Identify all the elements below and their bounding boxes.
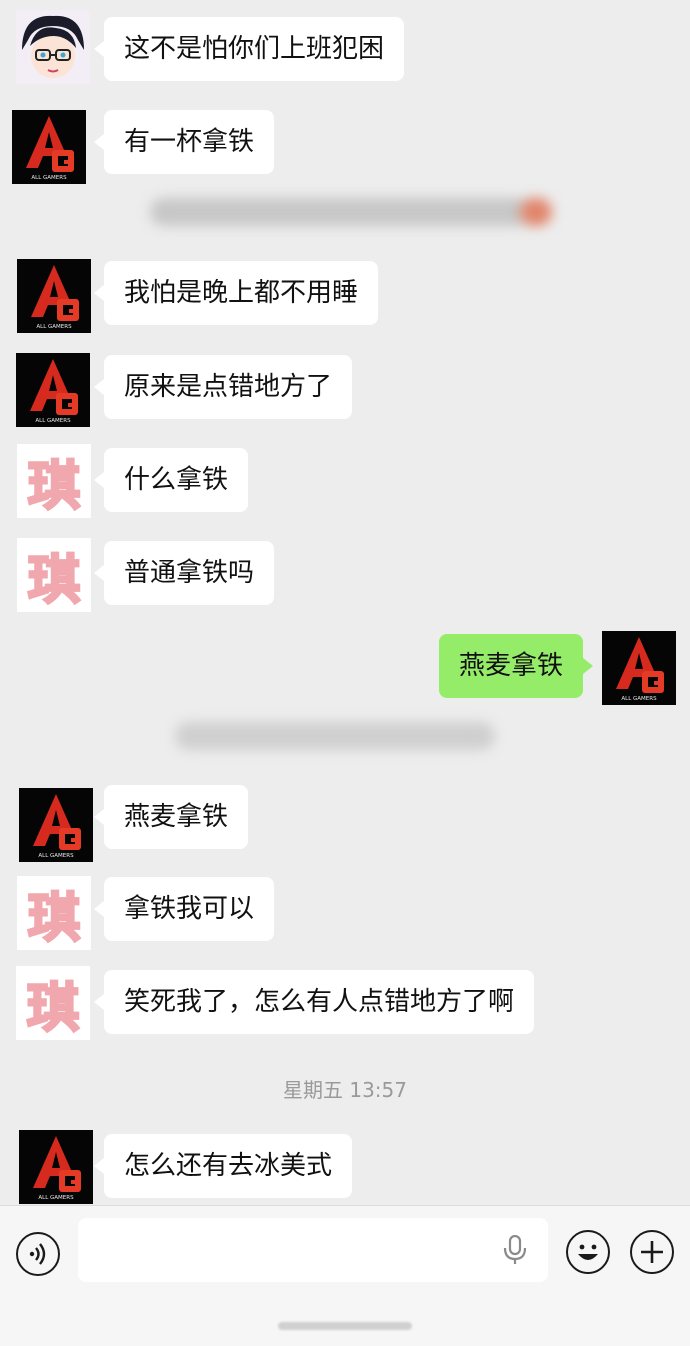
qi-avatar-image: 琪 bbox=[17, 444, 91, 518]
ag-sub-text: ALL GAMERS bbox=[36, 324, 72, 330]
ag-logo-icon: ALL GAMERS bbox=[19, 1130, 93, 1204]
qi-avatar-image: 琪 bbox=[16, 966, 90, 1040]
qi-char: 琪 bbox=[26, 887, 81, 950]
qi-avatar-image: 琪 bbox=[17, 876, 91, 950]
avatar-ag[interactable]: ALL GAMERS bbox=[12, 110, 86, 184]
message-bubble[interactable]: 怎么还有去冰美式 bbox=[93, 1134, 353, 1198]
ag-sub-text: ALL GAMERS bbox=[35, 418, 71, 424]
avatar-anime[interactable] bbox=[16, 10, 90, 84]
message-bubble[interactable]: 普通拿铁吗 bbox=[93, 541, 275, 605]
message-bubble[interactable]: 燕麦拿铁 bbox=[93, 785, 249, 849]
ag-logo-icon: ALL GAMERS bbox=[12, 110, 86, 184]
message-bubble[interactable]: 原来是点错地方了 bbox=[93, 355, 353, 419]
more-button[interactable] bbox=[630, 1230, 674, 1274]
message-bubble[interactable]: 这不是怕你们上班犯困 bbox=[93, 17, 405, 81]
voice-icon bbox=[29, 1243, 46, 1265]
smiley-icon bbox=[578, 1244, 598, 1260]
chat-area[interactable]: 这不是怕你们上班犯困 ALL GAMERS 有一杯拿铁 ALL GAMERS 我… bbox=[0, 0, 690, 1205]
timestamp: 星期五 13:57 bbox=[283, 1078, 407, 1102]
anime-avatar-image bbox=[16, 10, 90, 84]
input-toolbar bbox=[0, 1205, 690, 1346]
microphone-icon[interactable] bbox=[502, 1235, 528, 1265]
message-bubble[interactable]: 什么拿铁 bbox=[93, 448, 249, 512]
ag-sub-text: ALL GAMERS bbox=[38, 1195, 74, 1201]
ag-sub-text: ALL GAMERS bbox=[38, 853, 74, 859]
avatar-qi[interactable]: 琪 bbox=[16, 966, 90, 1040]
ag-logo-icon: ALL GAMERS bbox=[16, 353, 90, 427]
ag-sub-text: ALL GAMERS bbox=[621, 696, 657, 702]
ag-logo-icon: ALL GAMERS bbox=[602, 631, 676, 705]
avatar-ag-self[interactable]: ALL GAMERS bbox=[602, 631, 676, 705]
home-indicator bbox=[278, 1322, 412, 1330]
voice-toggle-button[interactable] bbox=[16, 1232, 60, 1276]
avatar-qi[interactable]: 琪 bbox=[17, 876, 91, 950]
avatar-ag[interactable]: ALL GAMERS bbox=[19, 1130, 93, 1204]
qi-char: 琪 bbox=[25, 977, 80, 1040]
ag-sub-text: ALL GAMERS bbox=[31, 175, 67, 181]
avatar-ag[interactable]: ALL GAMERS bbox=[17, 259, 91, 333]
message-bubble[interactable]: 有一杯拿铁 bbox=[93, 110, 275, 174]
qi-avatar-image: 琪 bbox=[17, 538, 91, 612]
message-input[interactable] bbox=[78, 1218, 548, 1282]
own-message-bubble[interactable]: 燕麦拿铁 bbox=[439, 634, 594, 698]
plus-icon bbox=[641, 1241, 663, 1263]
emoji-button[interactable] bbox=[566, 1230, 610, 1274]
avatar-ag[interactable]: ALL GAMERS bbox=[16, 353, 90, 427]
message-bubble[interactable]: 笑死我了，怎么有人点错地方了啊 bbox=[93, 970, 535, 1034]
avatar-qi[interactable]: 琪 bbox=[17, 444, 91, 518]
ag-logo-icon: ALL GAMERS bbox=[17, 259, 91, 333]
avatar-qi[interactable]: 琪 bbox=[17, 538, 91, 612]
message-bubble[interactable]: 拿铁我可以 bbox=[93, 877, 275, 941]
ag-logo-icon: ALL GAMERS bbox=[19, 788, 93, 862]
qi-char: 琪 bbox=[26, 455, 81, 518]
avatar-ag[interactable]: ALL GAMERS bbox=[19, 788, 93, 862]
qi-char: 琪 bbox=[26, 549, 81, 612]
message-bubble[interactable]: 我怕是晚上都不用睡 bbox=[93, 261, 379, 325]
